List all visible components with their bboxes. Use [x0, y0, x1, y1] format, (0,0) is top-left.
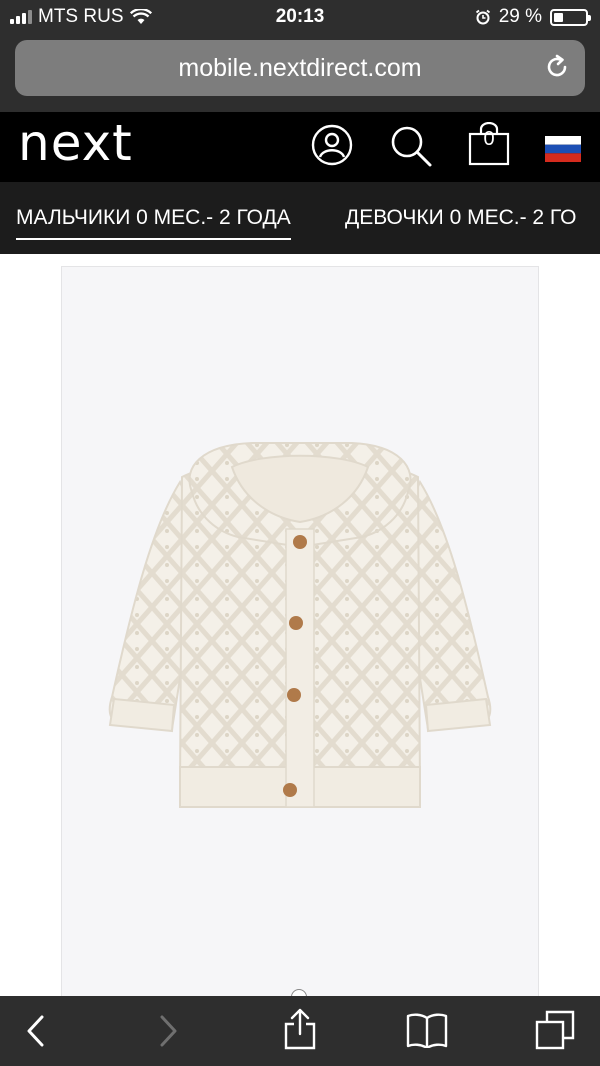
address-bar[interactable]: mobile.nextdirect.com — [15, 40, 585, 96]
bag-count: 0 — [483, 128, 495, 150]
bookmarks-icon[interactable] — [406, 1012, 448, 1048]
browser-toolbar — [0, 996, 600, 1066]
forward-icon[interactable] — [158, 1014, 180, 1048]
battery-icon — [550, 8, 591, 26]
category-tabs: МАЛЬЧИКИ 0 МЕС.- 2 ГОДА ДЕВОЧКИ 0 МЕС.- … — [0, 182, 600, 254]
browser-chrome: MTS RUS 20:13 29 % mobile.nextdirect.com — [0, 0, 600, 112]
product-gallery — [0, 254, 600, 996]
next-logo[interactable]: next — [18, 114, 133, 172]
tab-girls[interactable]: ДЕВОЧКИ 0 МЕС.- 2 ГО — [345, 206, 576, 230]
share-icon[interactable] — [284, 1008, 316, 1050]
tab-boys[interactable]: МАЛЬЧИКИ 0 МЕС.- 2 ГОДА — [16, 206, 291, 240]
russia-flag-icon[interactable] — [545, 136, 581, 162]
battery-percent: 29 % — [498, 6, 542, 27]
site-header: next — [0, 112, 600, 182]
status-bar: MTS RUS 20:13 29 % — [0, 0, 600, 34]
reload-icon[interactable] — [543, 53, 571, 81]
back-icon[interactable] — [24, 1014, 46, 1048]
cardigan-illustration — [108, 442, 492, 808]
search-icon[interactable] — [389, 124, 433, 168]
tabs-icon[interactable] — [535, 1010, 575, 1050]
url-text: mobile.nextdirect.com — [178, 54, 422, 82]
account-icon[interactable] — [311, 124, 353, 166]
product-image[interactable] — [61, 266, 539, 996]
alarm-icon — [475, 9, 490, 25]
